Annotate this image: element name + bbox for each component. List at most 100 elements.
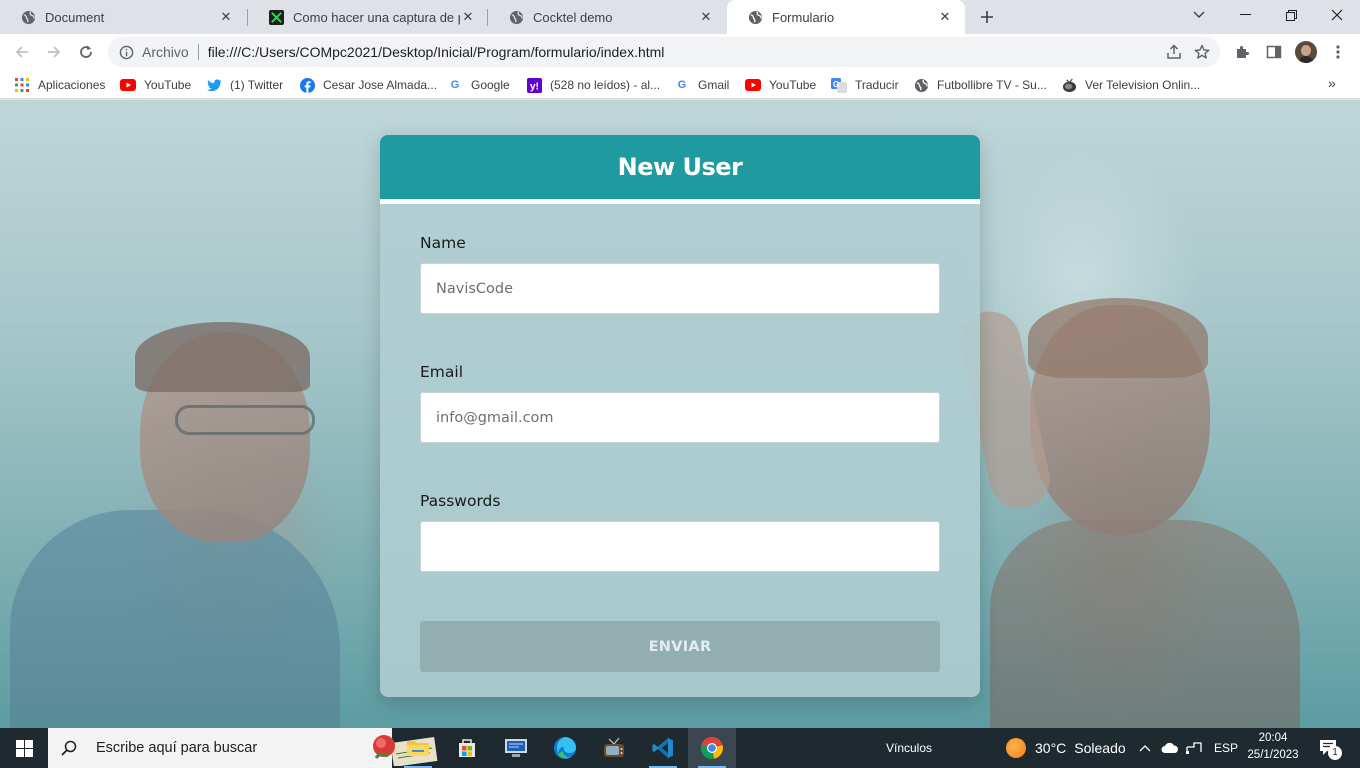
- close-window-button[interactable]: [1314, 0, 1360, 30]
- bookmark-gmail[interactable]: G Gmail: [674, 75, 730, 95]
- taskbar-edge[interactable]: [541, 728, 589, 768]
- tab-search-button[interactable]: [1176, 0, 1222, 30]
- close-tab-icon[interactable]: ✕: [218, 9, 234, 25]
- plus-icon: [981, 11, 993, 23]
- store-icon: [459, 739, 475, 757]
- reload-button[interactable]: [72, 38, 100, 66]
- email-label: Email: [420, 363, 464, 381]
- restore-button[interactable]: [1268, 0, 1314, 30]
- browser-tab-document[interactable]: Document ✕: [0, 0, 246, 34]
- taskbar-remote-desktop[interactable]: [492, 728, 540, 768]
- bookmarks-overflow-icon[interactable]: »: [1328, 75, 1336, 91]
- name-input[interactable]: [420, 263, 940, 314]
- name-label: Name: [420, 234, 466, 252]
- tray-overflow-icon[interactable]: [1139, 728, 1151, 768]
- youtube-icon: [745, 77, 761, 93]
- cloud-icon[interactable]: [1161, 728, 1179, 768]
- extensions-icon[interactable]: [1228, 38, 1256, 66]
- chevron-down-icon: [1193, 11, 1205, 18]
- form-header: New User: [380, 135, 980, 204]
- bookmark-facebook[interactable]: Cesar Jose Almada...: [299, 75, 437, 95]
- tab-title: Formulario: [772, 9, 835, 25]
- globe-icon: [508, 9, 524, 25]
- bookmark-google[interactable]: G Google: [447, 75, 510, 95]
- sun-icon: [1006, 738, 1026, 758]
- bookmark-label: YouTube: [144, 78, 192, 92]
- taskbar-tv-app[interactable]: [590, 728, 638, 768]
- bookmark-label: Cesar Jose Almada...: [323, 78, 438, 92]
- share-icon[interactable]: [1160, 38, 1188, 66]
- url-text[interactable]: file:///C:/Users/COMpc2021/Desktop/Inici…: [208, 44, 1160, 60]
- close-icon: [1331, 9, 1343, 21]
- bookmark-aplicaciones[interactable]: Aplicaciones: [14, 75, 105, 95]
- bookmark-label: (528 no leídos) - al...: [550, 78, 661, 92]
- form-title: New User: [617, 153, 743, 181]
- address-divider: [197, 44, 199, 60]
- new-tab-button[interactable]: [976, 6, 998, 28]
- bookmarks-bar: Aplicaciones YouTube (1) Twitter Cesar J…: [0, 70, 1360, 99]
- snip-app-icon: [268, 9, 284, 25]
- close-tab-icon[interactable]: ✕: [698, 9, 714, 25]
- bookmark-traducir[interactable]: G Traducir: [831, 75, 899, 95]
- email-input[interactable]: [420, 392, 940, 443]
- close-tab-icon[interactable]: ✕: [460, 9, 476, 25]
- google-icon: G: [677, 79, 687, 91]
- star-icon[interactable]: [1188, 38, 1216, 66]
- restore-icon: [1285, 9, 1297, 21]
- side-panel-icon[interactable]: [1260, 38, 1288, 66]
- info-icon[interactable]: [118, 44, 134, 60]
- chrome-icon: [700, 737, 723, 759]
- links-toolbar-label[interactable]: Vínculos: [886, 728, 932, 768]
- network-icon[interactable]: [1185, 728, 1203, 768]
- svg-text:y!: y!: [529, 81, 538, 92]
- back-button[interactable]: [8, 38, 36, 66]
- browser-toolbar: Archivo file:///C:/Users/COMpc2021/Deskt…: [0, 34, 1360, 70]
- folder-icon: [407, 741, 429, 756]
- bookmark-label: Futbollibre TV - Su...: [937, 78, 1047, 92]
- yahoo-icon: y!: [526, 77, 542, 93]
- notification-center-icon[interactable]: 1: [1319, 728, 1342, 768]
- globe-icon: [747, 9, 763, 25]
- taskbar-search[interactable]: Escribe aquí para buscar: [48, 728, 438, 768]
- windows-logo-icon: [15, 739, 33, 757]
- remote-desktop-icon: [505, 739, 527, 757]
- profile-avatar[interactable]: [1295, 41, 1317, 63]
- twitter-icon: [206, 77, 222, 93]
- search-icon: [60, 739, 78, 757]
- language-indicator[interactable]: ESP: [1214, 728, 1238, 768]
- bookmark-youtube-2[interactable]: YouTube: [745, 75, 816, 95]
- menu-kebab-icon[interactable]: [1324, 38, 1352, 66]
- weather-widget[interactable]: 30°C Soleado: [1006, 728, 1126, 768]
- svg-text:G: G: [833, 80, 839, 89]
- address-bar[interactable]: Archivo file:///C:/Users/COMpc2021/Deskt…: [108, 37, 1220, 67]
- bookmark-youtube[interactable]: YouTube: [120, 75, 191, 95]
- notification-count-badge: 1: [1328, 746, 1342, 760]
- bookmark-twitter[interactable]: (1) Twitter: [206, 75, 283, 95]
- taskbar-store[interactable]: [443, 728, 491, 768]
- tv-icon: [1061, 77, 1077, 93]
- weather-condition: Soleado: [1074, 740, 1126, 756]
- browser-tab-cocktel[interactable]: Cocktel demo ✕: [488, 0, 726, 34]
- close-tab-icon[interactable]: ✕: [937, 9, 953, 25]
- forward-button[interactable]: [40, 38, 68, 66]
- password-input[interactable]: [420, 521, 940, 572]
- arrow-left-icon: [15, 46, 28, 58]
- browser-tab-formulario[interactable]: Formulario ✕: [727, 0, 965, 34]
- bookmark-yahoo[interactable]: y! (528 no leídos) - al...: [526, 75, 660, 95]
- arrow-right-icon: [48, 46, 61, 58]
- taskbar-file-explorer[interactable]: [394, 728, 442, 768]
- reload-icon: [80, 45, 92, 58]
- taskbar-chrome[interactable]: [688, 728, 736, 768]
- facebook-icon: [299, 77, 315, 93]
- search-placeholder: Escribe aquí para buscar: [96, 740, 258, 756]
- vscode-icon: [652, 738, 673, 758]
- start-button[interactable]: [0, 728, 48, 768]
- system-clock[interactable]: 20:04 25/1/2023: [1240, 730, 1306, 764]
- submit-button[interactable]: ENVIAR: [420, 621, 940, 672]
- browser-tab-captura[interactable]: Como hacer una captura de pant ✕: [248, 0, 488, 34]
- bookmark-television[interactable]: Ver Television Onlin...: [1061, 75, 1200, 95]
- minimize-button[interactable]: [1222, 0, 1268, 30]
- taskbar-vscode[interactable]: [639, 728, 687, 768]
- bookmark-futbollibre[interactable]: Futbollibre TV - Su...: [913, 75, 1047, 95]
- apps-grid-icon: [14, 77, 30, 93]
